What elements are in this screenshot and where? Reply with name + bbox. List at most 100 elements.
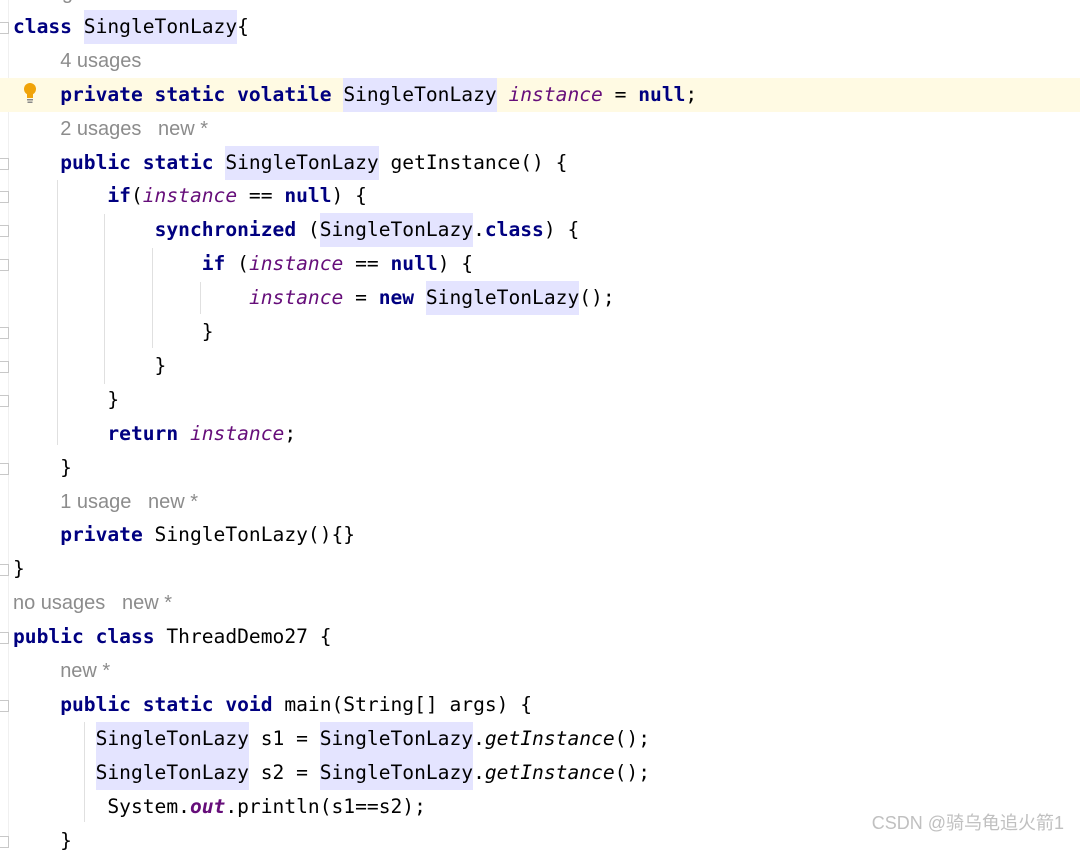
code-token: getInstance() { bbox=[378, 150, 568, 174]
code-text: } bbox=[13, 824, 72, 858]
class-reference[interactable]: SingleTonLazy bbox=[343, 77, 497, 112]
keyword: public static bbox=[60, 150, 214, 174]
fold-marker-icon[interactable] bbox=[0, 259, 9, 272]
field-reference: instance bbox=[189, 421, 285, 445]
code-token: . bbox=[473, 218, 485, 242]
class-reference[interactable]: SingleTonLazy bbox=[95, 721, 249, 756]
usage-hint[interactable]: 4 usages bbox=[60, 50, 141, 72]
code-token: (); bbox=[614, 726, 651, 750]
lightbulb-icon[interactable] bbox=[22, 82, 38, 104]
keyword: class bbox=[13, 14, 72, 38]
code-token: { bbox=[237, 14, 249, 38]
code-token: = bbox=[343, 286, 379, 310]
code-token: ) { bbox=[437, 252, 474, 276]
code-text: } bbox=[13, 552, 25, 586]
code-line: public class ThreadDemo27 { bbox=[0, 620, 1080, 654]
code-token: } bbox=[13, 557, 25, 581]
code-line: } bbox=[0, 552, 1080, 586]
fold-marker-icon[interactable] bbox=[0, 191, 9, 204]
code-token: ( bbox=[225, 252, 249, 276]
code-token: (); bbox=[579, 286, 615, 310]
code-line: if (instance == null) { bbox=[0, 247, 1080, 281]
keyword: private static volatile bbox=[60, 82, 332, 106]
code-text: System.out.println(s1==s2); bbox=[13, 790, 426, 824]
code-token: } bbox=[13, 353, 167, 377]
code-line: } bbox=[0, 349, 1080, 383]
fold-marker-icon[interactable] bbox=[0, 835, 9, 848]
fold-marker-icon[interactable] bbox=[0, 225, 9, 238]
code-text: 1 usage new * bbox=[13, 485, 198, 519]
code-line: SingleTonLazy s1 = SingleTonLazy.getInst… bbox=[0, 721, 1080, 756]
indent-guide bbox=[152, 248, 153, 348]
code-line: SingleTonLazy s2 = SingleTonLazy.getInst… bbox=[0, 755, 1080, 790]
code-text: 3 usages new * bbox=[13, 0, 161, 10]
code-line: class SingleTonLazy{ bbox=[0, 9, 1080, 44]
code-text: private SingleTonLazy(){} bbox=[13, 518, 355, 552]
usage-hint-line: 3 usages new * bbox=[0, 0, 1080, 10]
static-field: out bbox=[189, 794, 226, 818]
code-token: . bbox=[473, 726, 485, 750]
usage-hint-line: new * bbox=[0, 654, 1080, 688]
code-line: public static void main(String[] args) { bbox=[0, 688, 1080, 722]
code-text: } bbox=[13, 315, 214, 349]
code-text: SingleTonLazy s1 = SingleTonLazy.getInst… bbox=[13, 721, 651, 756]
indent-guide bbox=[104, 214, 105, 384]
usage-hint[interactable]: no usages new * bbox=[13, 592, 172, 614]
code-text: public static void main(String[] args) { bbox=[13, 688, 532, 722]
usage-hint[interactable]: 3 usages new * bbox=[13, 0, 161, 4]
fold-marker-icon[interactable] bbox=[0, 394, 9, 407]
indent-guide bbox=[200, 282, 201, 314]
code-token: System. bbox=[13, 794, 190, 818]
code-token: ThreadDemo27 { bbox=[154, 625, 332, 649]
usage-hint[interactable]: 2 usages new * bbox=[60, 118, 208, 140]
code-token: ( bbox=[130, 184, 143, 208]
code-text: SingleTonLazy s2 = SingleTonLazy.getInst… bbox=[13, 755, 651, 790]
usage-hint[interactable]: 1 usage new * bbox=[60, 491, 198, 513]
code-text: new * bbox=[13, 654, 110, 688]
fold-marker-icon[interactable] bbox=[0, 21, 9, 34]
code-line: private static volatile SingleTonLazy in… bbox=[0, 77, 1080, 112]
code-editor[interactable]: 3 usages new *class SingleTonLazy{ 4 usa… bbox=[0, 0, 1080, 852]
fold-marker-icon[interactable] bbox=[0, 462, 9, 475]
fold-marker-icon[interactable] bbox=[0, 699, 9, 712]
keyword: null bbox=[638, 82, 686, 106]
code-text: public class ThreadDemo27 { bbox=[13, 620, 332, 654]
class-reference[interactable]: SingleTonLazy bbox=[225, 145, 379, 180]
method-call: getInstance bbox=[484, 726, 615, 750]
keyword: public static void bbox=[60, 692, 273, 716]
code-token: = bbox=[602, 82, 639, 106]
class-reference[interactable]: SingleTonLazy bbox=[319, 213, 474, 248]
code-line: } bbox=[0, 315, 1080, 349]
class-reference[interactable]: SingleTonLazy bbox=[319, 755, 474, 790]
fold-marker-icon[interactable] bbox=[0, 360, 9, 373]
code-text: } bbox=[13, 451, 72, 485]
code-line: instance = new SingleTonLazy(); bbox=[0, 281, 1080, 316]
code-token: } bbox=[13, 387, 120, 411]
class-reference[interactable]: SingleTonLazy bbox=[83, 9, 238, 44]
usage-hint[interactable]: new * bbox=[60, 660, 110, 682]
indent-guide bbox=[84, 722, 85, 822]
code-token: (); bbox=[614, 760, 651, 784]
class-reference[interactable]: SingleTonLazy bbox=[425, 281, 580, 316]
class-reference[interactable]: SingleTonLazy bbox=[95, 755, 249, 790]
fold-marker-icon[interactable] bbox=[0, 157, 9, 170]
class-reference[interactable]: SingleTonLazy bbox=[319, 721, 474, 756]
field-reference: instance bbox=[142, 184, 238, 208]
fold-marker-icon[interactable] bbox=[0, 327, 9, 339]
watermark: CSDN @骑乌龟追火箭1 bbox=[871, 813, 1064, 833]
code-text: public static SingleTonLazy getInstance(… bbox=[13, 145, 568, 180]
fold-marker-icon[interactable] bbox=[0, 564, 9, 577]
fold-marker-icon[interactable] bbox=[0, 632, 9, 645]
code-line: } bbox=[0, 451, 1080, 485]
code-token: ) { bbox=[543, 218, 580, 242]
